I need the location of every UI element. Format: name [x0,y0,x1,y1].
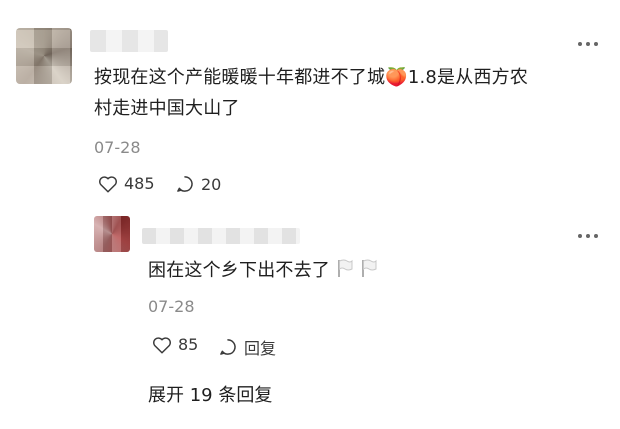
reply-avatar[interactable] [94,216,130,252]
more-dots-icon[interactable] [578,40,600,48]
comment-button[interactable]: 20 [175,174,221,194]
comment-text-line2: 村走进中国大山了 [94,98,240,119]
comment-text: 按现在这个产能暖暖十年都进不了城🍑1.8是从西方农 村走进中国大山了 [94,62,604,124]
comment-text-line1-tail: 1.8是从西方农 [407,67,529,88]
reply-text: 困在这个乡下出不去了 [148,255,378,288]
reply-date: 07-28 [148,297,195,316]
like-button[interactable]: 485 [98,174,155,193]
reply-like-count: 85 [178,335,199,354]
reply-username-blurred[interactable] [142,228,300,244]
avatar[interactable] [16,28,72,84]
heart-outline-icon [99,175,117,193]
peach-emoji-icon: 🍑 [385,67,408,88]
white-flag-icon [336,257,354,288]
white-flag-icon [360,257,378,288]
reply-label: 回复 [244,339,277,358]
comment-text-line1: 按现在这个产能暖暖十年都进不了城 [94,67,386,88]
reply-text-body: 困在这个乡下出不去了 [148,260,330,281]
reply-more-dots-icon[interactable] [578,232,600,240]
heart-outline-icon [153,336,171,354]
speech-bubble-icon [177,176,193,192]
reply-like-button[interactable]: 85 [152,335,198,354]
comment-date: 07-28 [94,138,141,157]
reply-count: 20 [201,174,222,194]
reply-button[interactable]: 回复 [218,335,276,359]
username-blurred[interactable] [90,30,168,52]
expand-replies-link[interactable]: 展开 19 条回复 [148,381,272,407]
speech-bubble-icon [220,339,236,355]
like-count: 485 [124,174,155,193]
